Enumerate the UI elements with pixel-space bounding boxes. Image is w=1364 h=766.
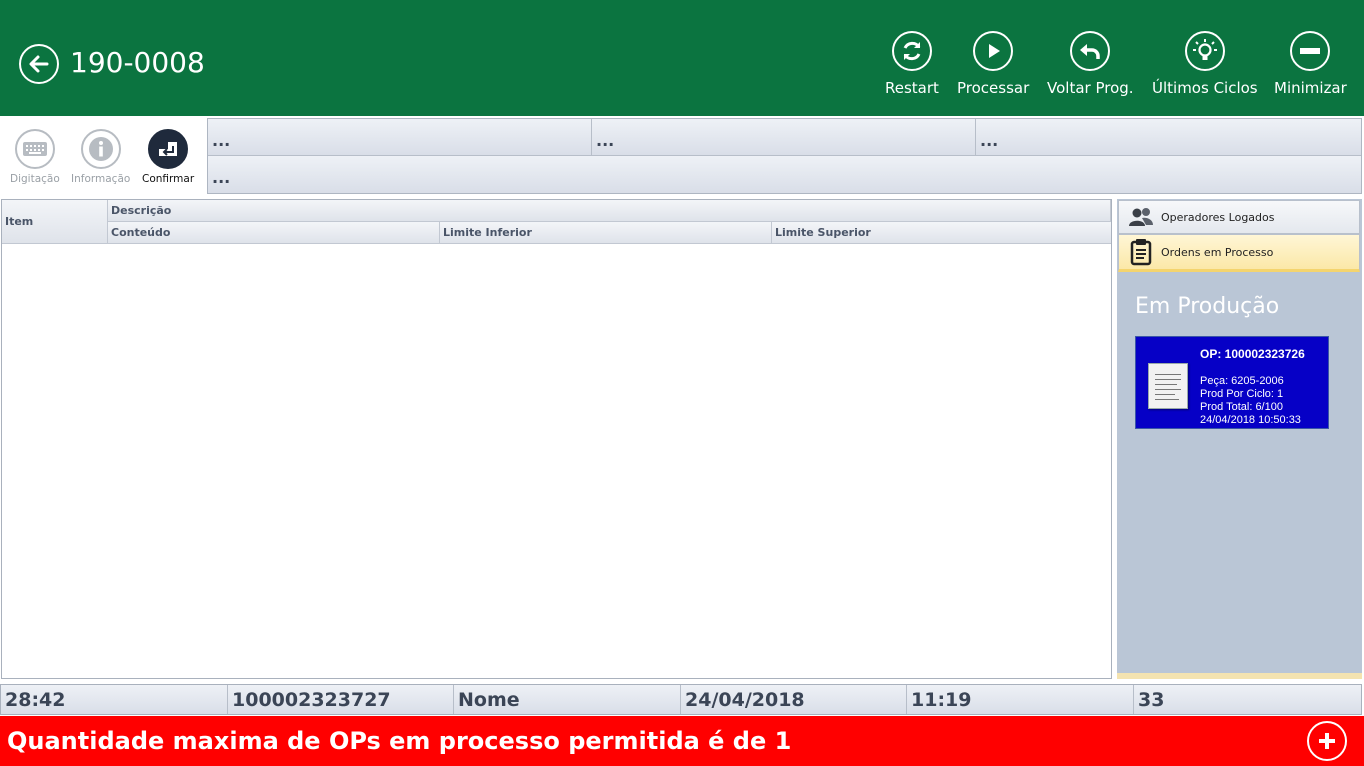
status-timer: 28:42 xyxy=(1,685,228,714)
status-count: 33 xyxy=(1134,685,1361,714)
status-time: 11:19 xyxy=(907,685,1134,714)
restart-label: Restart xyxy=(885,79,939,97)
voltar-prog-label: Voltar Prog. xyxy=(1047,79,1134,97)
clipboard-icon xyxy=(1130,239,1152,266)
confirmar-button[interactable]: Confirmar xyxy=(142,129,194,185)
page-title: 190-0008 xyxy=(70,46,205,79)
col-header-descricao[interactable]: Descrição xyxy=(108,200,1111,222)
ultimos-ciclos-button[interactable]: Últimos Ciclos xyxy=(1152,31,1258,97)
app-header: 190-0008 Restart Processar Voltar Prog. … xyxy=(0,0,1364,116)
restart-icon xyxy=(903,41,921,61)
tab-operadores-label: Operadores Logados xyxy=(1161,210,1275,224)
action-toolbar: Digitação Informação Confirmar xyxy=(0,118,206,194)
alert-bar: Quantidade maxima de OPs em processo per… xyxy=(0,716,1364,766)
plus-icon xyxy=(1319,733,1335,749)
arrow-left-icon xyxy=(29,55,49,73)
processar-button[interactable]: Processar xyxy=(957,31,1029,97)
status-op-number: 100002323727 xyxy=(228,685,454,714)
section-title: Em Produção xyxy=(1135,294,1280,319)
tab-ordens-label: Ordens em Processo xyxy=(1161,245,1274,259)
right-panel: Operadores Logados Ordens em Processo Em… xyxy=(1117,199,1362,679)
processar-label: Processar xyxy=(957,79,1030,97)
op-peca: Peça: 6205-2006 xyxy=(1200,375,1284,387)
col-header-limite-inferior[interactable]: Limite Inferior xyxy=(440,222,772,244)
restart-button[interactable]: Restart xyxy=(885,31,939,97)
info-field-3: ... xyxy=(976,119,1361,156)
info-icon xyxy=(88,137,113,161)
status-bar: 28:42 100002323727 Nome 24/04/2018 11:19… xyxy=(0,684,1362,715)
voltar-prog-button[interactable]: Voltar Prog. xyxy=(1047,31,1134,97)
info-field-1: ... xyxy=(208,119,592,156)
info-fields-grid: ... ... ... ... xyxy=(207,118,1362,194)
info-field-2: ... xyxy=(592,119,976,156)
op-details: Peça: 6205-2006 Prod Por Ciclo: 1 Prod T… xyxy=(1200,375,1301,427)
digitacao-button[interactable]: Digitação xyxy=(10,129,60,185)
col-header-limite-superior[interactable]: Limite Superior xyxy=(772,222,1111,244)
tab-operadores-logados[interactable]: Operadores Logados xyxy=(1118,200,1360,234)
tab-ordens-em-processo[interactable]: Ordens em Processo xyxy=(1118,234,1360,272)
op-number: OP: 100002323726 xyxy=(1200,347,1305,361)
lightbulb-icon xyxy=(1192,39,1217,60)
enter-key-icon xyxy=(159,142,178,156)
status-nome: Nome xyxy=(454,685,681,714)
col-header-conteudo[interactable]: Conteúdo xyxy=(108,222,440,244)
document-icon xyxy=(1148,363,1188,409)
minus-icon xyxy=(1300,48,1321,54)
users-icon xyxy=(1129,208,1153,226)
status-date: 24/04/2018 xyxy=(681,685,907,714)
informacao-button[interactable]: Informação xyxy=(71,129,130,185)
undo-icon xyxy=(1080,44,1101,59)
minimizar-label: Minimizar xyxy=(1274,79,1347,97)
op-prod-total: Prod Total: 6/100 xyxy=(1200,401,1283,413)
items-table[interactable]: Item Descrição Conteúdo Limite Inferior … xyxy=(1,199,1112,679)
ultimos-ciclos-label: Últimos Ciclos xyxy=(1152,79,1258,97)
panel-divider xyxy=(1117,673,1362,679)
play-icon xyxy=(989,44,1001,58)
op-prod-por-ciclo: Prod Por Ciclo: 1 xyxy=(1200,388,1284,400)
informacao-label: Informação xyxy=(71,173,131,185)
keyboard-icon xyxy=(22,142,47,156)
confirmar-label: Confirmar xyxy=(142,173,195,185)
add-button[interactable] xyxy=(1307,721,1347,761)
op-timestamp: 24/04/2018 10:50:33 xyxy=(1200,414,1301,426)
back-button[interactable] xyxy=(19,44,59,84)
minimizar-button[interactable]: Minimizar xyxy=(1274,31,1347,97)
alert-message: Quantidade maxima de OPs em processo per… xyxy=(7,727,792,755)
col-header-item[interactable]: Item xyxy=(2,200,108,244)
op-card[interactable]: OP: 100002323726 Peça: 6205-2006 Prod Po… xyxy=(1135,336,1329,429)
info-field-4: ... xyxy=(208,156,1361,193)
digitacao-label: Digitação xyxy=(10,173,60,185)
